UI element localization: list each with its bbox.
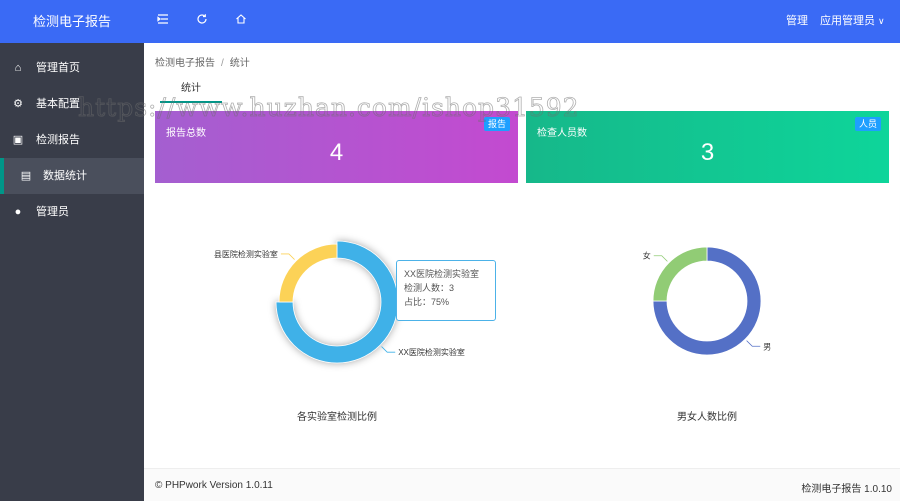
breadcrumb-current: 统计 xyxy=(229,58,250,69)
user-icon: ● xyxy=(14,206,22,218)
tooltip-share-value: 75% xyxy=(431,297,450,307)
leader-line-1-1 xyxy=(653,255,668,262)
footer-version: © PHPwork Version 1.0.11 xyxy=(155,480,273,491)
status-badge: 人员 xyxy=(854,117,881,131)
slice-label-0-0: XX医院检测实验室 xyxy=(398,347,465,357)
sidebar-item-label: 数据统计 xyxy=(43,170,87,182)
home-icon[interactable] xyxy=(232,12,250,30)
slice-label-1-0: 男 xyxy=(763,342,771,351)
tooltip-share: 占比：75% xyxy=(404,295,488,309)
card-title: 检查人员数 xyxy=(537,128,587,139)
charts-area: 各实验室检测比例 男女人数比例 XX医院检测实验室 县医院检测实验室男 女 xyxy=(214,240,771,423)
chart-title-gender-ratio: 男女人数比例 xyxy=(677,410,737,423)
sidebar-item-label: 管理员 xyxy=(36,206,69,218)
leader-line-0-0 xyxy=(381,346,396,353)
report-icon: ▣ xyxy=(12,134,24,146)
chevron-down-icon: ∨ xyxy=(878,16,885,26)
tooltip-share-label: 占比： xyxy=(404,297,432,307)
tab-statistics[interactable]: 统计 xyxy=(160,80,222,103)
slice-label-1-1: 女 xyxy=(643,251,651,261)
tooltip-count-label: 检测人数： xyxy=(404,283,450,293)
user-menu[interactable]: 应用管理员 ∨ xyxy=(820,0,885,43)
donut-slice-1-1[interactable] xyxy=(652,246,708,302)
sidebar-item-admins[interactable]: ● 管理员 xyxy=(0,194,144,230)
gear-icon: ⚙ xyxy=(13,98,23,110)
sidebar-item-config[interactable]: ⚙ 基本配置 xyxy=(0,86,144,122)
user-name: 应用管理员 xyxy=(820,15,875,27)
sidebar-item-label: 管理首页 xyxy=(36,62,80,74)
top-bar: 检测电子报告 管理 应用管理员 ∨ xyxy=(0,0,900,43)
report-count-card: 报告总数 4 报告 xyxy=(155,111,518,183)
home-icon: ⌂ xyxy=(14,62,22,74)
chart-icon: ▤ xyxy=(20,170,32,182)
refresh-icon[interactable] xyxy=(193,12,211,30)
app-brand[interactable]: 检测电子报告 xyxy=(0,0,144,43)
card-title: 报告总数 xyxy=(166,128,206,139)
tooltip-name: XX医院检测实验室 xyxy=(404,269,480,279)
menu-fold-icon[interactable] xyxy=(154,12,172,30)
sidebar-item-reports[interactable]: ▣ 检测报告 xyxy=(0,122,144,158)
card-value: 3 xyxy=(700,139,715,166)
tooltip-count-value: 3 xyxy=(449,283,455,293)
leader-line-0-1 xyxy=(280,253,295,260)
status-badge: 报告 xyxy=(483,117,510,131)
footer: © PHPwork Version 1.0.11 检测电子报告 1.0.10 xyxy=(144,468,900,501)
footer-app-version: 检测电子报告 1.0.10 xyxy=(801,484,892,495)
slice-label-0-1: 县医院检测实验室 xyxy=(214,249,278,259)
chart-title-lab-ratio: 各实验室检测比例 xyxy=(297,410,377,423)
breadcrumb: 检测电子报告 / 统计 xyxy=(155,54,250,69)
chart-tooltip: XX医院检测实验室 检测人数：3 占比：75% xyxy=(396,260,496,321)
sidebar-item-label: 基本配置 xyxy=(36,98,80,110)
sidebar-item-statistics[interactable]: ▤ 数据统计 xyxy=(0,158,144,194)
breadcrumb-parent[interactable]: 检测电子报告 xyxy=(155,58,215,69)
donut-slice-0-1[interactable] xyxy=(278,243,338,303)
sidebar-item-home[interactable]: ⌂ 管理首页 xyxy=(0,50,144,86)
inspector-count-card: 检查人员数 3 人员 xyxy=(526,111,889,183)
card-value: 4 xyxy=(329,139,344,166)
sidebar-item-label: 检测报告 xyxy=(36,134,80,146)
tooltip-count: 检测人数：3 xyxy=(404,281,488,295)
sidebar: ⌂ 管理首页 ⚙ 基本配置 ▣ 检测报告 ▤ 数据统计 ● 管理员 xyxy=(0,43,144,501)
manage-link[interactable]: 管理 xyxy=(786,0,808,43)
leader-line-1-0 xyxy=(746,340,761,347)
breadcrumb-separator: / xyxy=(221,58,224,69)
